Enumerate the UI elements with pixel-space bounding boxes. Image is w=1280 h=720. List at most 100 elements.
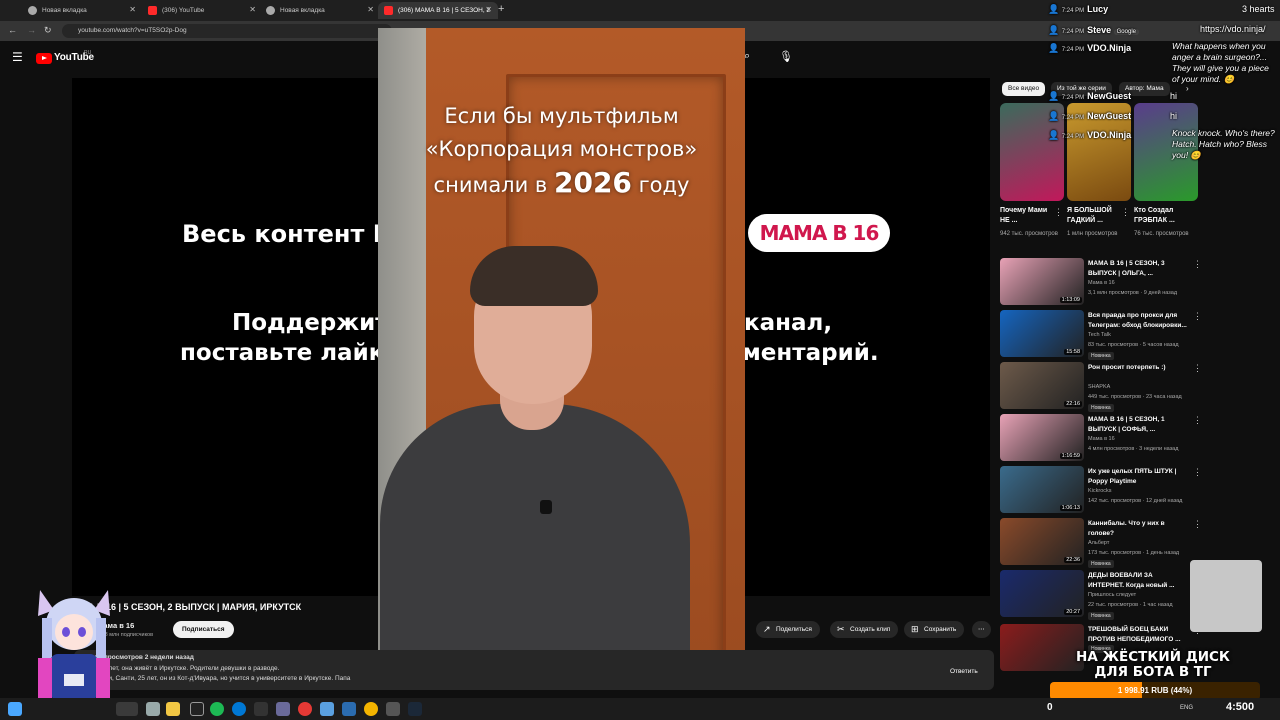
video-channel[interactable]: Мама в 16: [1088, 278, 1198, 289]
close-icon[interactable]: ✕: [485, 5, 492, 14]
region-label: RU: [84, 50, 92, 56]
video-title[interactable]: МАМА В 16 | 5 СЕЗОН, 3 ВЫПУСК | ОЛЬГА, .…: [1088, 259, 1190, 279]
video-meta: 449 тыс. просмотров · 23 часа назад: [1088, 394, 1182, 400]
forward-icon[interactable]: →: [27, 25, 36, 35]
video-title[interactable]: МАМА В 16 | 5 СЕЗОН, 1 ВЫПУСК | СОФЬЯ, .…: [1088, 415, 1190, 435]
create-clip-button[interactable]: ✂ Создать клип: [830, 621, 899, 638]
app-icon[interactable]: [276, 702, 290, 716]
more-vert-icon[interactable]: ⋮: [1193, 259, 1202, 270]
short-title[interactable]: Я БОЛЬШОЙ ГАДКИЙ ...: [1067, 206, 1121, 226]
reload-icon[interactable]: ↻: [44, 25, 52, 36]
save-button[interactable]: ⊞ Сохранить: [904, 621, 965, 638]
tab-mama-v-16[interactable]: (306) МАМА В 16 | 5 СЕЗОН, 2 ✕: [378, 2, 498, 19]
video-thumbnail[interactable]: 22:16: [1000, 362, 1084, 409]
url-input[interactable]: youtube.com/watch?v=uT5SO2p-Dog: [62, 24, 392, 38]
more-vert-icon[interactable]: ⋮: [1193, 311, 1202, 322]
chat-line: 👤 7:24 PM VDO.Ninja: [1048, 130, 1132, 140]
clock[interactable]: 4:500: [1226, 701, 1254, 713]
more-vert-icon[interactable]: ⋮: [1054, 207, 1063, 218]
file-explorer-icon[interactable]: [146, 702, 160, 716]
video-channel[interactable]: SHAPKA: [1088, 382, 1198, 393]
chat-line: 👤 7:24 PM Lucy: [1048, 4, 1109, 14]
app-icon[interactable]: [320, 702, 334, 716]
more-vert-icon[interactable]: ⋮: [1193, 415, 1202, 426]
video-thumbnail[interactable]: 1:16:59: [1000, 414, 1084, 461]
video-title[interactable]: Каннибалы. Что у них в голове?: [1088, 519, 1190, 539]
short-title[interactable]: Кто Создал ГРЭБПАК ...: [1134, 206, 1188, 226]
vscode-icon[interactable]: [342, 702, 356, 716]
close-icon[interactable]: ✕: [129, 5, 136, 14]
video-channel[interactable]: Альберт: [1088, 538, 1198, 549]
video-title[interactable]: ДЕДЫ ВОЕВАЛИ ЗА ИНТЕРНЕТ. Когда новый ..…: [1088, 571, 1190, 591]
app-icon[interactable]: [190, 702, 204, 716]
user-icon: 👤: [1048, 4, 1060, 14]
tab-new-2[interactable]: Новая вкладка ✕: [260, 2, 380, 19]
share-button[interactable]: ↗ Поделиться: [756, 621, 820, 638]
video-thumbnail[interactable]: 1:13:09: [1000, 258, 1084, 305]
more-vert-icon[interactable]: ⋮: [1193, 519, 1202, 530]
microphone-icon[interactable]: 🎙: [779, 50, 793, 63]
tab-new-1[interactable]: Новая вкладка ✕: [22, 2, 142, 19]
more-vert-icon[interactable]: ⋮: [1193, 363, 1202, 374]
close-icon[interactable]: ✕: [249, 5, 256, 14]
chat-line: 👤 7:24 PM VDO.Ninja: [1048, 43, 1132, 53]
video-channel[interactable]: Tech Talk: [1088, 330, 1198, 341]
user-icon: 👤: [1048, 25, 1060, 35]
folder-icon[interactable]: [166, 702, 180, 716]
video-thumbnail[interactable]: 15:58: [1000, 310, 1084, 357]
spotify-icon[interactable]: [210, 702, 224, 716]
player-bg-text-2: Поддержит: [232, 310, 389, 336]
language-indicator[interactable]: ENG: [1180, 705, 1193, 711]
youtube-logo-icon[interactable]: [36, 53, 52, 64]
chevron-right-icon[interactable]: ›: [1186, 84, 1189, 93]
video-channel[interactable]: Пришлось следует: [1088, 590, 1198, 601]
taskbar: [0, 698, 1280, 720]
steam-icon[interactable]: [408, 702, 422, 716]
chat-line: 👤 7:24 PM Steve Google: [1048, 25, 1139, 36]
chat-message: Knock knock. Who's there? Hatch. Hatch w…: [1172, 128, 1275, 160]
new-tab-button[interactable]: +: [498, 3, 504, 15]
globe-icon: [266, 6, 275, 15]
video-thumbnail[interactable]: 1:06:13: [1000, 466, 1084, 513]
new-badge: Новинка: [1088, 612, 1114, 620]
vivaldi-icon[interactable]: [298, 702, 312, 716]
short-views: 1 млн просмотров: [1067, 231, 1118, 237]
mama-v-16-badge: МАМА В 16: [748, 214, 890, 252]
edge-icon[interactable]: [232, 702, 246, 716]
video-title: А В 16 | 5 СЕЗОН, 2 ВЫПУСК | МАРИЯ, ИРКУ…: [88, 602, 302, 612]
app-icon[interactable]: [386, 702, 400, 716]
video-title[interactable]: Вся правда про прокси для Телеграм: обхо…: [1088, 311, 1190, 331]
video-title[interactable]: ТРЕШОВЫЙ БОЕЦ БАКИ ПРОТИВ НЕПОБЕДИМОГО .…: [1088, 625, 1190, 645]
video-thumbnail[interactable]: 22:36: [1000, 518, 1084, 565]
video-meta: 142 тыс. просмотров · 12 дней назад: [1088, 498, 1183, 504]
more-vert-icon[interactable]: ⋮: [1193, 467, 1202, 478]
tab-youtube[interactable]: (306) YouTube ✕: [142, 2, 262, 19]
subscribe-button[interactable]: Подписаться: [173, 621, 234, 638]
windows-start-icon[interactable]: [8, 702, 22, 716]
video-channel[interactable]: Kickrocks: [1088, 486, 1198, 497]
terminal-icon[interactable]: [254, 702, 268, 716]
video-channel[interactable]: Мама в 16: [1088, 434, 1198, 445]
close-icon[interactable]: ✕: [367, 5, 374, 14]
more-actions-button[interactable]: ⋯: [972, 621, 991, 638]
video-title[interactable]: Их уже целых ПЯТЬ ШТУК | Poppy Playtime: [1088, 467, 1190, 487]
more-vert-icon[interactable]: ⋮: [1121, 207, 1130, 218]
more-icon: ⋯: [978, 626, 985, 633]
video-title[interactable]: Рон просит потерпеть :): [1088, 363, 1190, 373]
video-description[interactable]: лн просмотров 2 недели назад и 17 лет, о…: [74, 650, 994, 690]
chat-url: https://vdo.ninja/: [1200, 24, 1266, 34]
player-bg-text-2-right: канал,: [744, 310, 833, 336]
video-thumbnail[interactable]: 20:27: [1000, 570, 1084, 617]
video-meta: 83 тыс. просмотров · 5 часов назад: [1088, 342, 1179, 348]
reply-button[interactable]: Ответить: [950, 668, 978, 675]
video-duration: 1:13:09: [1059, 297, 1082, 303]
chrome-icon[interactable]: [364, 702, 378, 716]
task-view-icon[interactable]: [116, 702, 138, 716]
short-title[interactable]: Почему Мами НЕ ...: [1000, 206, 1054, 226]
new-badge-wrap: Новинка: [1088, 611, 1198, 622]
lapel-microphone: [540, 500, 552, 514]
chip-all-videos[interactable]: Все видео: [1002, 82, 1046, 96]
user-icon: 👤: [1048, 130, 1060, 140]
menu-icon[interactable]: ☰: [12, 50, 23, 64]
back-icon[interactable]: ←: [8, 25, 17, 35]
